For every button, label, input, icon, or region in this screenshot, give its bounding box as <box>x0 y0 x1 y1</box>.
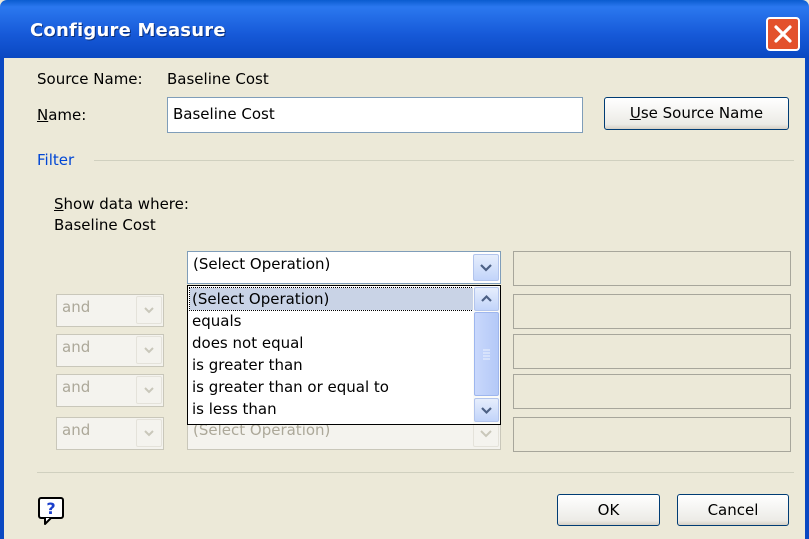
operation-select-1-arrow[interactable] <box>473 254 499 281</box>
window-title: Configure Measure <box>30 20 226 41</box>
use-source-name-button[interactable]: Use Source Name <box>604 97 789 130</box>
operation-select-1[interactable]: (Select Operation) <box>187 251 501 284</box>
dropdown-option[interactable]: is greater than or equal to <box>190 376 473 398</box>
dropdown-option[interactable]: (Select Operation) <box>189 287 474 311</box>
cancel-button[interactable]: Cancel <box>677 494 789 526</box>
conjunction-select-4[interactable]: and <box>56 374 164 407</box>
dropdown-option[interactable]: is greater than <box>190 354 473 376</box>
chevron-down-icon <box>480 264 492 272</box>
close-icon <box>774 25 792 43</box>
conjunction-select-3-arrow[interactable] <box>136 336 162 364</box>
filter-value-3[interactable] <box>513 334 791 369</box>
conjunction-select-4-value: and <box>62 378 91 396</box>
name-input-value: Baseline Cost <box>173 105 275 123</box>
help-button[interactable]: ? <box>37 496 67 526</box>
dropdown-option[interactable]: equals <box>190 310 473 332</box>
scroll-up-button[interactable] <box>474 287 499 311</box>
chevron-down-icon <box>144 387 154 394</box>
filter-value-4[interactable] <box>513 374 791 409</box>
name-input[interactable]: Baseline Cost <box>167 97 583 133</box>
conjunction-select-5-value: and <box>62 421 91 439</box>
ok-button[interactable]: OK <box>557 494 660 526</box>
conjunction-select-4-arrow[interactable] <box>136 376 162 404</box>
conjunction-select-5-arrow[interactable] <box>136 419 162 447</box>
conjunction-select-2-arrow[interactable] <box>136 296 162 324</box>
filter-group-label: Filter <box>37 151 75 169</box>
conjunction-select-5[interactable]: and <box>56 417 164 450</box>
source-name-value: Baseline Cost <box>167 70 269 88</box>
help-icon: ? <box>38 497 64 525</box>
filter-group-divider <box>94 160 794 161</box>
filter-value-2[interactable] <box>513 294 791 329</box>
ok-label: OK <box>597 501 620 519</box>
filter-field-name: Baseline Cost <box>54 216 156 234</box>
title-bar[interactable]: Configure Measure <box>0 0 809 58</box>
dropdown-option[interactable]: does not equal <box>190 332 473 354</box>
operation-select-1-value: (Select Operation) <box>193 255 331 273</box>
close-button[interactable] <box>766 17 800 51</box>
window-frame-right <box>805 58 809 539</box>
svg-text:?: ? <box>46 499 55 518</box>
conjunction-select-2[interactable]: and <box>56 294 164 327</box>
dropdown-option[interactable]: is less than <box>190 398 473 420</box>
scroll-thumb[interactable] <box>474 312 499 396</box>
conjunction-select-3[interactable]: and <box>56 334 164 367</box>
chevron-up-icon <box>481 294 492 302</box>
show-data-where-label: Show data where: <box>54 195 189 213</box>
cancel-label: Cancel <box>707 501 759 519</box>
use-source-name-label: Use Source Name <box>629 104 764 122</box>
chevron-down-icon <box>144 307 154 314</box>
chevron-down-icon <box>481 407 492 415</box>
scroll-down-button[interactable] <box>474 398 499 422</box>
name-label: Name: <box>37 106 87 124</box>
source-name-label: Source Name: <box>37 70 143 88</box>
dropdown-scrollbar[interactable] <box>473 286 500 424</box>
conjunction-select-2-value: and <box>62 298 91 316</box>
chevron-down-icon <box>144 347 154 354</box>
operation-dropdown-list[interactable]: (Select Operation) equals does not equal… <box>187 285 501 425</box>
filter-value-5[interactable] <box>513 417 791 452</box>
chevron-down-icon <box>144 430 154 437</box>
footer-divider <box>37 472 794 473</box>
conjunction-select-3-value: and <box>62 338 91 356</box>
window-frame-left <box>0 58 4 539</box>
filter-value-1[interactable] <box>513 251 791 286</box>
grip-icon <box>483 349 490 360</box>
